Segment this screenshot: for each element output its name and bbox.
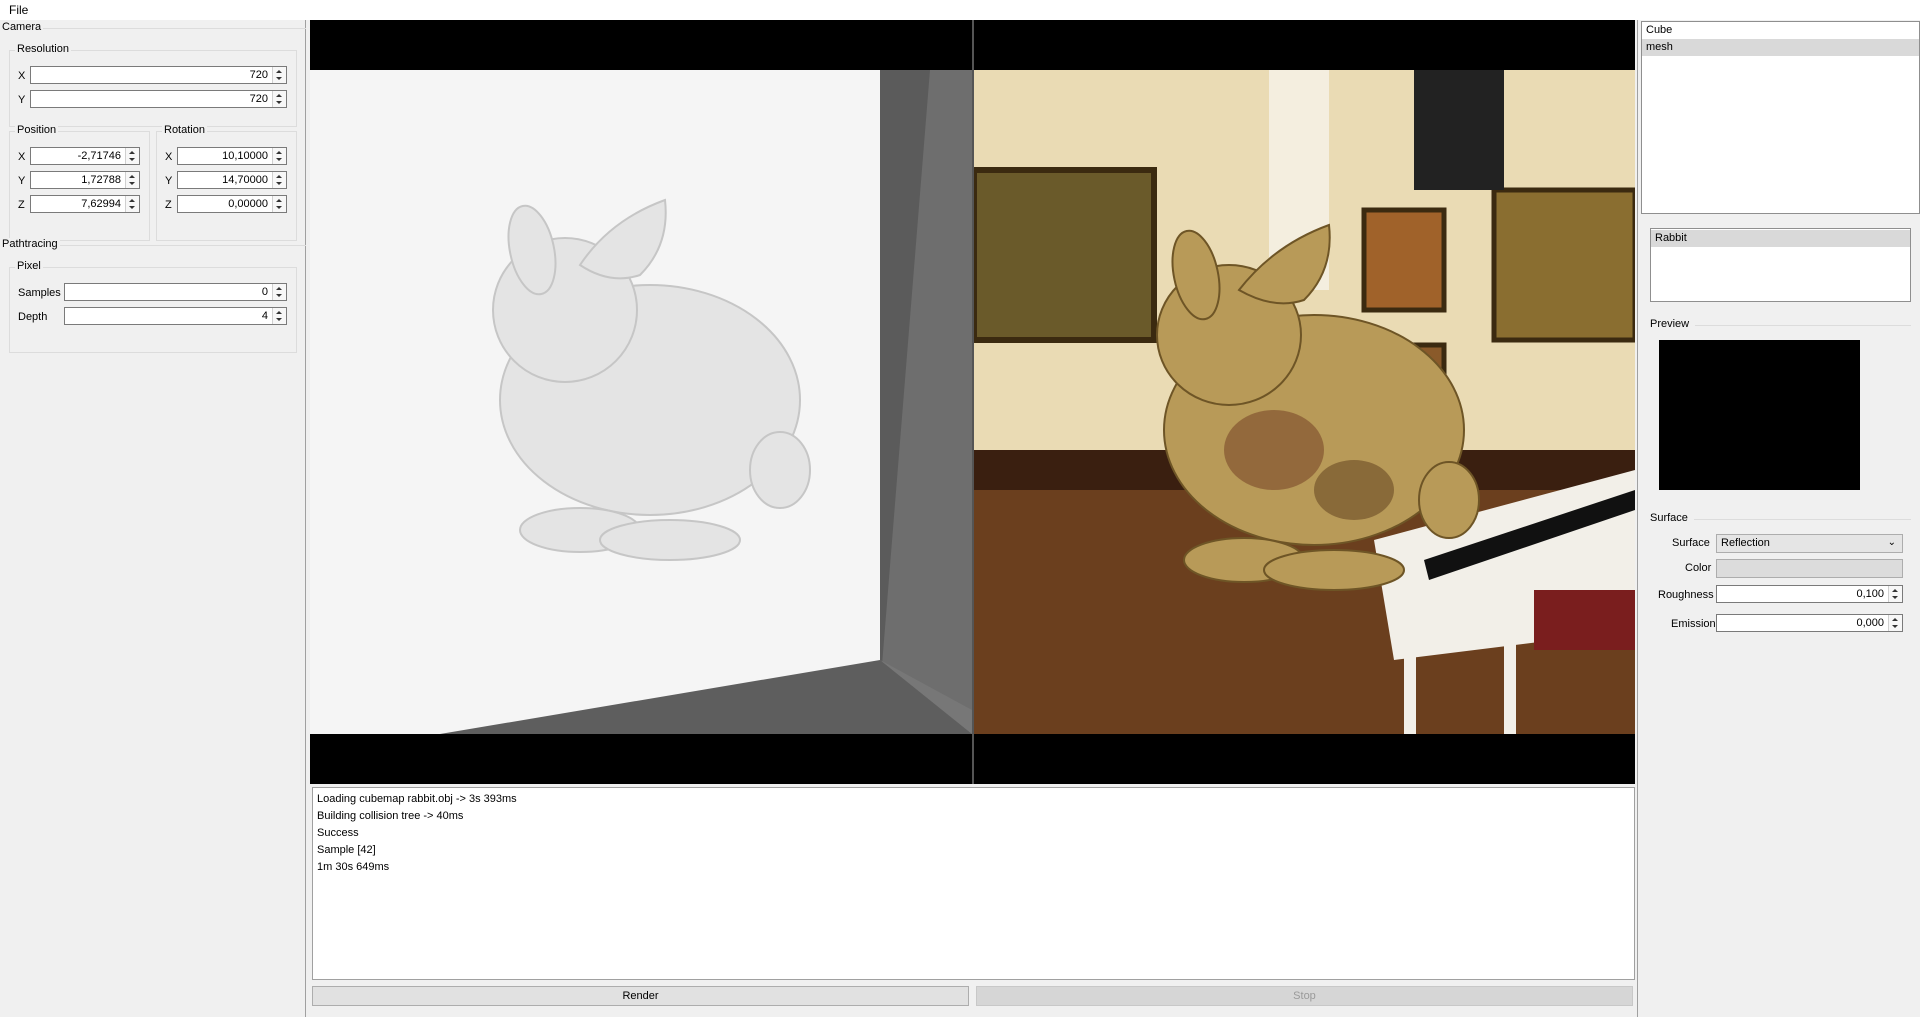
- surface-type-value: Reflection: [1721, 537, 1770, 549]
- samples-value: 0: [261, 286, 268, 298]
- surface-type-label: Surface: [1672, 537, 1710, 549]
- spin-arrows-icon[interactable]: [272, 148, 286, 164]
- position-x-input[interactable]: -2,71746: [30, 147, 140, 165]
- spin-arrows-icon[interactable]: [272, 308, 286, 324]
- spin-arrows-icon[interactable]: [272, 196, 286, 212]
- resolution-x-input[interactable]: 720: [30, 66, 287, 84]
- menu-bar: File: [0, 0, 1920, 20]
- stop-button[interactable]: Stop: [976, 986, 1633, 1006]
- rotation-y-input[interactable]: 14,70000: [177, 171, 287, 189]
- position-y-label: Y: [18, 175, 26, 187]
- log-line: Success: [317, 827, 359, 839]
- log-output[interactable]: Loading cubemap rabbit.obj -> 3s 393ms B…: [312, 787, 1635, 980]
- position-x-value: -2,71746: [77, 150, 121, 162]
- rotation-z-value: 0,00000: [228, 198, 268, 210]
- spin-arrows-icon[interactable]: [272, 172, 286, 188]
- rotation-z-input[interactable]: 0,00000: [177, 195, 287, 213]
- resolution-title: Resolution: [15, 43, 71, 55]
- scene-list[interactable]: Cube mesh: [1641, 21, 1920, 214]
- bunny-shape: [492, 198, 811, 561]
- depth-label: Depth: [18, 311, 48, 323]
- material-preview: [1659, 340, 1860, 490]
- left-panel: Camera Resolution X 720 Y 720 Position X…: [0, 20, 306, 1017]
- pixel-title: Pixel: [15, 260, 43, 272]
- color-label: Color: [1685, 562, 1712, 574]
- resolution-y-input[interactable]: 720: [30, 90, 287, 108]
- render-viewport[interactable]: [974, 70, 1635, 734]
- solid-viewport[interactable]: [310, 70, 972, 734]
- camera-divider: [30, 28, 306, 29]
- position-z-value: 7,62994: [81, 198, 121, 210]
- surface-divider: [1694, 519, 1911, 520]
- log-line: Loading cubemap rabbit.obj -> 3s 393ms: [317, 793, 517, 805]
- render-button[interactable]: Render: [312, 986, 969, 1006]
- rotation-x-value: 10,10000: [222, 150, 268, 162]
- list-item[interactable]: mesh: [1642, 39, 1919, 56]
- list-item[interactable]: Cube: [1642, 22, 1919, 39]
- roughness-label: Roughness: [1658, 589, 1714, 601]
- pathtracing-title: Pathtracing: [0, 238, 60, 250]
- rotation-y-value: 14,70000: [222, 174, 268, 186]
- spin-arrows-icon[interactable]: [125, 196, 139, 212]
- object-list[interactable]: Rabbit: [1650, 228, 1911, 302]
- spin-arrows-icon[interactable]: [125, 172, 139, 188]
- resolution-group: [9, 50, 297, 127]
- roughness-value: 0,100: [1856, 588, 1884, 600]
- spin-arrows-icon[interactable]: [1888, 615, 1902, 631]
- rotation-x-label: X: [165, 151, 173, 163]
- resolution-y-value: 720: [249, 93, 268, 105]
- log-line: 1m 30s 649ms: [317, 861, 390, 873]
- emission-input[interactable]: 0,000: [1716, 614, 1903, 632]
- preview-title: Preview: [1648, 318, 1692, 330]
- depth-input[interactable]: 4: [64, 307, 287, 325]
- solid-scene-graphic: [440, 70, 972, 734]
- position-y-input[interactable]: 1,72788: [30, 171, 140, 189]
- position-z-input[interactable]: 7,62994: [30, 195, 140, 213]
- menu-file[interactable]: File: [9, 3, 28, 17]
- emission-value: 0,000: [1856, 617, 1884, 629]
- samples-label: Samples: [18, 287, 61, 299]
- color-swatch[interactable]: [1716, 559, 1903, 578]
- rotation-title: Rotation: [162, 124, 207, 136]
- depth-value: 4: [261, 310, 268, 322]
- samples-input[interactable]: 0: [64, 283, 287, 301]
- spin-arrows-icon[interactable]: [272, 67, 286, 83]
- roughness-input[interactable]: 0,100: [1716, 585, 1903, 603]
- position-z-label: Z: [18, 199, 25, 211]
- camera-title: Camera: [0, 21, 44, 33]
- surface-type-select[interactable]: Reflection ⌄: [1716, 534, 1903, 553]
- position-y-value: 1,72788: [81, 174, 121, 186]
- rotation-y-label: Y: [165, 175, 173, 187]
- log-line: Sample [42]: [317, 844, 376, 856]
- surface-title: Surface: [1648, 512, 1690, 524]
- spin-arrows-icon[interactable]: [272, 284, 286, 300]
- spin-arrows-icon[interactable]: [125, 148, 139, 164]
- rotation-x-input[interactable]: 10,10000: [177, 147, 287, 165]
- spin-arrows-icon[interactable]: [272, 91, 286, 107]
- position-x-label: X: [18, 151, 26, 163]
- position-title: Position: [15, 124, 59, 136]
- spin-arrows-icon[interactable]: [1888, 586, 1902, 602]
- emission-label: Emission: [1671, 618, 1716, 630]
- log-line: Building collision tree -> 40ms: [317, 810, 464, 822]
- resolution-x-label: X: [18, 70, 26, 82]
- list-item[interactable]: Rabbit: [1651, 230, 1910, 247]
- resolution-y-label: Y: [18, 94, 26, 106]
- pathtracing-divider: [58, 245, 306, 246]
- render-scene-graphic: [974, 70, 1635, 734]
- resolution-x-value: 720: [249, 69, 268, 81]
- preview-divider: [1695, 325, 1911, 326]
- rotation-z-label: Z: [165, 199, 172, 211]
- chevron-down-icon: ⌄: [1887, 537, 1896, 548]
